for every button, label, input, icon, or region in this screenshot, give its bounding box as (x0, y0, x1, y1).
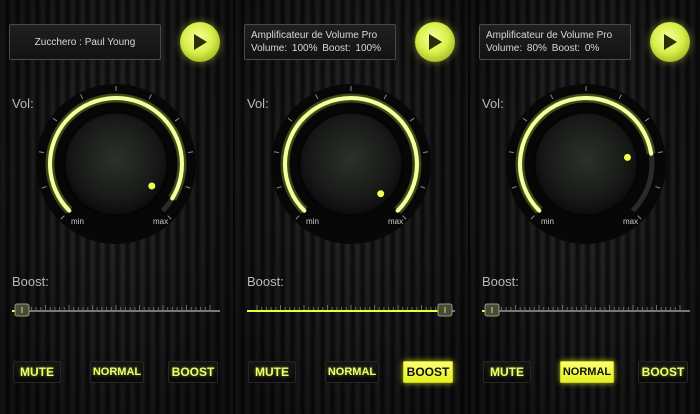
play-button[interactable] (180, 22, 220, 62)
status-text: Volume: 100% Boost: 100% (251, 43, 381, 54)
knob-cap (297, 110, 405, 218)
mute-button[interactable]: MUTE (483, 361, 531, 383)
volume-knob[interactable]: min max (31, 84, 201, 244)
normal-button[interactable]: NORMAL (90, 361, 144, 383)
volume-knob[interactable]: min max (266, 84, 436, 244)
play-icon (194, 34, 207, 50)
status-text: Volume: 80% Boost: 0% (486, 43, 600, 54)
app-title: Amplificateur de Volume Pro (251, 30, 378, 41)
app-title: Amplificateur de Volume Pro (486, 30, 613, 41)
play-button[interactable] (650, 22, 690, 62)
knob-cap (532, 110, 640, 218)
normal-button[interactable]: NORMAL (325, 361, 379, 383)
min-label: min (541, 217, 554, 226)
mute-button[interactable]: MUTE (248, 361, 296, 383)
knob-indicator (148, 182, 156, 190)
slider-thumb[interactable] (437, 303, 453, 317)
boost-button[interactable]: BOOST (403, 361, 453, 383)
knob-indicator (623, 153, 631, 161)
track-title: Zucchero : Paul Young (34, 36, 136, 48)
boost-button[interactable]: BOOST (168, 361, 218, 383)
play-icon (664, 34, 677, 50)
play-button[interactable] (415, 22, 455, 62)
app-info-box: Amplificateur de Volume Pro Volume: 80% … (479, 24, 631, 60)
min-label: min (71, 217, 84, 226)
app-info-box: Amplificateur de Volume Pro Volume: 100%… (244, 24, 396, 60)
knob-cap (62, 110, 170, 218)
volume-knob[interactable]: min max (501, 84, 671, 244)
max-label: max (623, 217, 638, 226)
volume-panel-1: Zucchero : Paul Young Vol: min max Boost… (0, 0, 233, 414)
normal-button[interactable]: NORMAL (560, 361, 614, 383)
max-label: max (153, 217, 168, 226)
boost-label: Boost: (247, 274, 284, 289)
volume-panel-2: Amplificateur de Volume Pro Volume: 100%… (235, 0, 468, 414)
slider-thumb[interactable] (484, 303, 500, 317)
volume-panel-3: Amplificateur de Volume Pro Volume: 80% … (470, 0, 700, 414)
play-icon (429, 34, 442, 50)
knob-indicator (377, 190, 385, 198)
slider-thumb[interactable] (14, 303, 30, 317)
max-label: max (388, 217, 403, 226)
slider-ticks (21, 305, 211, 310)
boost-label: Boost: (12, 274, 49, 289)
boost-slider[interactable] (482, 300, 690, 320)
boost-label: Boost: (482, 274, 519, 289)
slider-ticks (256, 305, 446, 310)
slider-ticks (491, 305, 681, 310)
min-label: min (306, 217, 319, 226)
track-info-box: Zucchero : Paul Young (9, 24, 161, 60)
boost-button[interactable]: BOOST (638, 361, 688, 383)
mute-button[interactable]: MUTE (13, 361, 61, 383)
boost-slider[interactable] (247, 300, 455, 320)
boost-slider[interactable] (12, 300, 220, 320)
